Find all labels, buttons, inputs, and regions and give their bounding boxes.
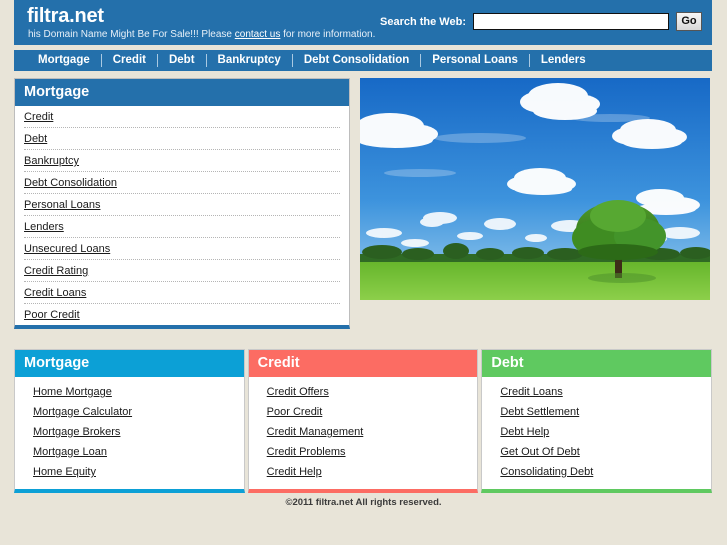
box-link-credit-offers[interactable]: Credit Offers: [249, 382, 329, 402]
box-link-list-debt: Credit Loans Debt Settlement Debt Help G…: [482, 377, 711, 489]
list-item: Poor Credit: [24, 304, 340, 325]
category-box-mortgage: Mortgage Home Mortgage Mortgage Calculat…: [14, 349, 245, 493]
search-input[interactable]: [473, 13, 669, 30]
list-item: Lenders: [24, 216, 340, 238]
main-link-panel: Mortgage Credit Debt Bankruptcy Debt Con…: [14, 78, 350, 329]
box-title-mortgage: Mortgage: [15, 350, 244, 377]
notice-text-after: for more information.: [280, 29, 376, 40]
panel-link-debt-consolidation[interactable]: Debt Consolidation: [24, 177, 117, 189]
box-link-list-credit: Credit Offers Poor Credit Credit Managem…: [249, 377, 478, 489]
web-search-form: Search the Web: Go: [380, 12, 702, 31]
nav-item-mortgage[interactable]: Mortgage: [27, 50, 101, 71]
landscape-illustration: [360, 78, 710, 300]
panel-link-personal-loans[interactable]: Personal Loans: [24, 199, 100, 211]
box-link-mortgage-loan[interactable]: Mortgage Loan: [15, 442, 107, 462]
list-item: Unsecured Loans: [24, 238, 340, 260]
box-link-credit-help[interactable]: Credit Help: [249, 462, 322, 482]
domain-for-sale-notice: his Domain Name Might Be For Sale!!! Ple…: [28, 29, 375, 40]
site-header: filtra.net his Domain Name Might Be For …: [14, 0, 712, 45]
box-title-credit: Credit: [248, 350, 478, 377]
category-box-credit: Credit Credit Offers Poor Credit Credit …: [247, 349, 479, 493]
nav-item-bankruptcy[interactable]: Bankruptcy: [207, 50, 292, 71]
search-go-button[interactable]: Go: [676, 12, 702, 31]
main-navigation: Mortgage Credit Debt Bankruptcy Debt Con…: [14, 50, 712, 71]
panel-link-debt[interactable]: Debt: [24, 133, 47, 145]
box-link-credit-management[interactable]: Credit Management: [249, 422, 364, 442]
site-logo: filtra.net: [27, 5, 104, 27]
panel-link-credit-rating[interactable]: Credit Rating: [24, 265, 88, 277]
footer-copyright: ©2011 filtra.net All rights reserved.: [285, 497, 442, 508]
box-link-debt-settlement[interactable]: Debt Settlement: [482, 402, 579, 422]
panel-link-credit[interactable]: Credit: [24, 111, 53, 123]
box-link-get-out-of-debt[interactable]: Get Out Of Debt: [482, 442, 579, 462]
nav-item-credit[interactable]: Credit: [102, 50, 157, 71]
box-link-list-mortgage: Home Mortgage Mortgage Calculator Mortga…: [15, 377, 244, 489]
search-label: Search the Web:: [380, 15, 466, 28]
top-section: Mortgage Credit Debt Bankruptcy Debt Con…: [14, 78, 712, 329]
panel-link-lenders[interactable]: Lenders: [24, 221, 64, 233]
panel-link-bankruptcy[interactable]: Bankruptcy: [24, 155, 79, 167]
panel-link-unsecured-loans[interactable]: Unsecured Loans: [24, 243, 110, 255]
nav-item-lenders[interactable]: Lenders: [530, 50, 597, 71]
main-panel-link-list: Credit Debt Bankruptcy Debt Consolidatio…: [15, 106, 349, 325]
list-item: Debt Consolidation: [24, 172, 340, 194]
list-item: Personal Loans: [24, 194, 340, 216]
box-link-credit-problems[interactable]: Credit Problems: [249, 442, 346, 462]
contact-us-link[interactable]: contact us: [235, 29, 281, 40]
box-title-debt: Debt: [482, 350, 712, 377]
nav-item-debt[interactable]: Debt: [158, 50, 206, 71]
list-item: Credit Loans: [24, 282, 340, 304]
hero-landscape-image: [360, 78, 710, 300]
box-link-mortgage-brokers[interactable]: Mortgage Brokers: [15, 422, 120, 442]
box-link-home-equity[interactable]: Home Equity: [15, 462, 96, 482]
category-box-debt: Debt Credit Loans Debt Settlement Debt H…: [481, 349, 713, 493]
category-boxes: Mortgage Home Mortgage Mortgage Calculat…: [14, 349, 713, 493]
panel-link-poor-credit[interactable]: Poor Credit: [24, 309, 80, 321]
panel-link-credit-loans[interactable]: Credit Loans: [24, 287, 86, 299]
box-link-mortgage-calculator[interactable]: Mortgage Calculator: [15, 402, 132, 422]
box-link-poor-credit[interactable]: Poor Credit: [249, 402, 323, 422]
main-panel-title: Mortgage: [15, 79, 349, 106]
list-item: Credit: [24, 106, 340, 128]
box-link-debt-help[interactable]: Debt Help: [482, 422, 549, 442]
box-link-home-mortgage[interactable]: Home Mortgage: [15, 382, 112, 402]
list-item: Debt: [24, 128, 340, 150]
nav-item-personal-loans[interactable]: Personal Loans: [421, 50, 529, 71]
box-link-credit-loans[interactable]: Credit Loans: [482, 382, 562, 402]
list-item: Bankruptcy: [24, 150, 340, 172]
box-link-consolidating-debt[interactable]: Consolidating Debt: [482, 462, 593, 482]
page-content: Mortgage Credit Debt Bankruptcy Debt Con…: [14, 78, 713, 493]
page-root: filtra.net his Domain Name Might Be For …: [0, 0, 727, 545]
list-item: Credit Rating: [24, 260, 340, 282]
nav-item-debt-consolidation[interactable]: Debt Consolidation: [293, 50, 420, 71]
notice-text-before: his Domain Name Might Be For Sale!!! Ple…: [28, 29, 235, 40]
